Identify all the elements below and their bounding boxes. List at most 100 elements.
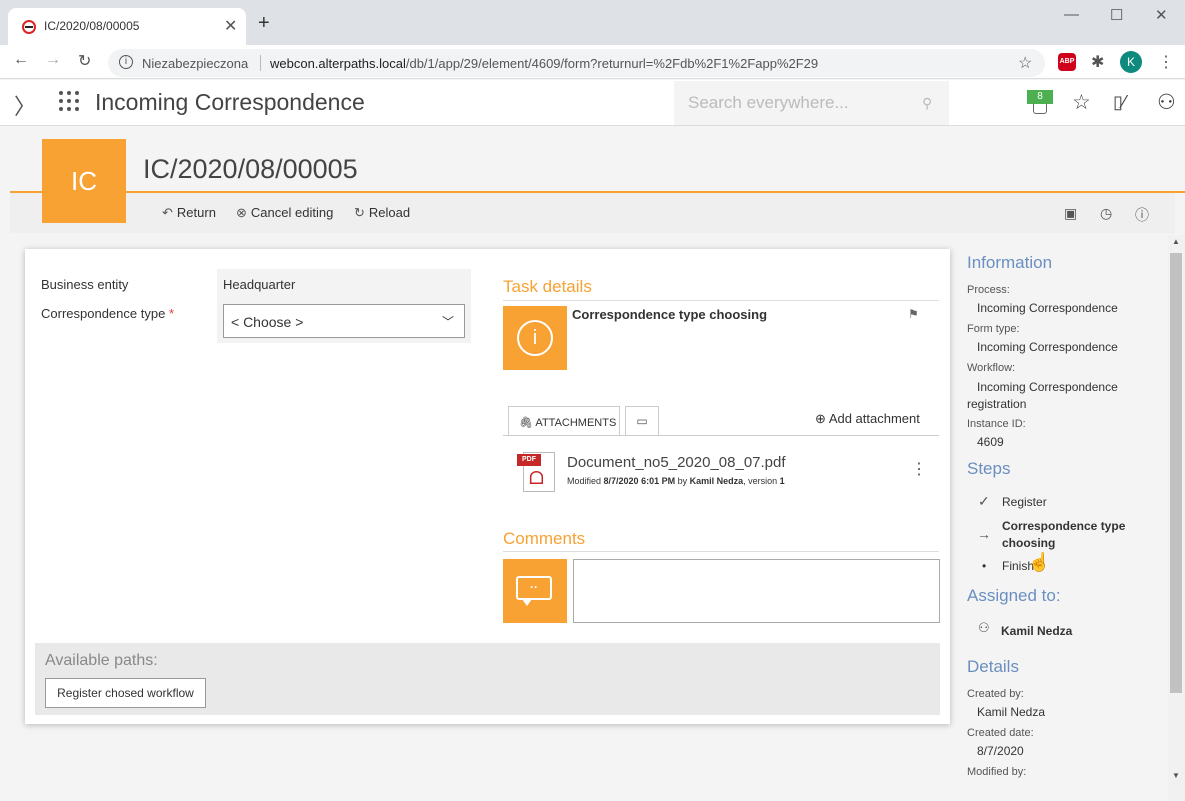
app-header: 〉 Incoming Correspondence Search everywh…	[0, 80, 1185, 126]
back-icon[interactable]: ←	[13, 51, 29, 69]
created-date-label: Created date:	[967, 727, 1034, 739]
not-secure-label: Niezabezpieczona	[142, 56, 249, 71]
extensions-icon[interactable]: ✱	[1091, 52, 1104, 72]
cancel-editing-button[interactable]: ⊗ Cancel editing	[236, 205, 333, 221]
search-icon[interactable]: ⚲	[922, 95, 932, 112]
bullet-icon: •	[982, 559, 987, 573]
close-tab-icon[interactable]: ✕	[224, 16, 237, 36]
return-icon: ↶	[162, 205, 173, 220]
browser-menu-icon[interactable]: ⋮	[1158, 52, 1174, 72]
step-register: Register	[1002, 495, 1047, 509]
search-placeholder: Search everywhere...	[688, 93, 849, 112]
modified-by-label: Modified by:	[967, 766, 1027, 778]
user-profile-icon[interactable]: ⚇	[1157, 90, 1176, 115]
scroll-up-icon[interactable]: ▲	[1172, 237, 1180, 246]
url-bar[interactable]: i Niezabezpieczona webcon.alterpaths.loc…	[108, 49, 1045, 77]
cursor-hand-icon: ☝	[1028, 552, 1051, 572]
step-current: Correspondence type choosing	[1002, 519, 1126, 550]
pdf-file-icon: PDF ᗝ	[517, 452, 555, 492]
element-title: IC/2020/08/00005	[143, 154, 358, 184]
reload-icon: ↻	[354, 205, 365, 220]
info-icon[interactable]: i	[119, 55, 133, 69]
form-type-value: Incoming Correspondence	[977, 340, 1118, 354]
notifications-badge: 8	[1027, 90, 1053, 104]
assigned-to-title: Assigned to:	[967, 586, 1061, 605]
adblock-icon[interactable]: ABP	[1058, 53, 1076, 71]
flag-icon[interactable]: ⚑	[908, 307, 919, 321]
forward-icon[interactable]: →	[45, 51, 61, 69]
browser-tab-title: IC/2020/08/00005	[44, 19, 140, 33]
expand-menu-icon[interactable]: 〉	[14, 89, 36, 121]
paperclip-icon: 🖇	[519, 417, 533, 429]
arrow-right-icon: →	[977, 526, 991, 542]
minimize-icon[interactable]: —	[1064, 6, 1079, 23]
apps-grid-icon[interactable]	[59, 91, 79, 111]
correspondence-type-selected: < Choose >	[231, 314, 304, 330]
steps-title: Steps	[967, 459, 1011, 478]
reload-button[interactable]: ↻ Reload	[354, 205, 410, 221]
scrollbar-thumb[interactable]	[1170, 253, 1182, 693]
instance-id-value: 4609	[977, 435, 1004, 449]
attachments-tab[interactable]: 🖇 ATTACHMENTS	[508, 406, 620, 436]
process-label: Process:	[967, 284, 1010, 296]
comment-icon: ··	[503, 559, 567, 623]
attachments-divider	[503, 435, 939, 436]
cancel-icon: ⊗	[236, 205, 247, 220]
business-entity-value: Headquarter	[223, 277, 296, 292]
workflow-value: Incoming Correspondence registration	[967, 380, 1118, 411]
form-card: Business entity Correspondence type * He…	[25, 249, 950, 724]
url-divider	[260, 55, 261, 71]
details-title: Details	[967, 657, 1019, 676]
favicon-icon	[22, 20, 36, 34]
translate-icon[interactable]: ▣	[1064, 205, 1077, 222]
profile-avatar[interactable]: K	[1120, 51, 1142, 73]
task-details-divider	[503, 300, 939, 301]
scrollbar[interactable]: ▲ ▼	[1168, 235, 1185, 801]
folder-tab-icon[interactable]: ▭	[625, 406, 659, 436]
close-window-icon[interactable]: ✕	[1155, 6, 1168, 24]
attachment-menu-icon[interactable]: ⋮	[911, 459, 927, 479]
comments-title: Comments	[503, 529, 586, 548]
available-paths-panel: Available paths: Register chosed workflo…	[35, 643, 940, 715]
information-title: Information	[967, 253, 1053, 272]
add-attachment-button[interactable]: ⊕ Add attachment	[815, 411, 920, 427]
created-date-value: 8/7/2020	[977, 744, 1024, 758]
check-icon: ✓	[978, 493, 990, 509]
reload-page-icon[interactable]: ↻	[78, 51, 91, 71]
form-toolbar: ↶ Return ⊗ Cancel editing ↻ Reload ▣ ◷ ⓘ	[10, 193, 1175, 233]
history-icon[interactable]: ◷	[1100, 205, 1112, 222]
return-button[interactable]: ↶ Return	[162, 205, 216, 221]
business-entity-label: Business entity	[41, 277, 129, 292]
address-toolbar: ← → ↻ i Niezabezpieczona webcon.alterpat…	[0, 45, 1185, 79]
browser-tab-bar: IC/2020/08/00005 ✕ + — ☐ ✕	[0, 0, 1185, 45]
form-type-label: Form type:	[967, 323, 1020, 335]
new-tab-button[interactable]: +	[258, 12, 270, 35]
url-text[interactable]: webcon.alterpaths.local/db/1/app/29/elem…	[270, 56, 818, 71]
plus-circle-icon: ⊕	[815, 411, 826, 426]
notifications-icon	[1033, 104, 1047, 114]
scroll-down-icon[interactable]: ▼	[1172, 771, 1180, 780]
created-by-value: Kamil Nedza	[977, 705, 1046, 719]
comments-divider	[503, 551, 939, 552]
maximize-icon[interactable]: ☐	[1110, 6, 1123, 24]
app-title[interactable]: Incoming Correspondence	[95, 89, 365, 116]
favorites-star-icon[interactable]: ☆	[1072, 90, 1091, 115]
bookmark-star-icon[interactable]: ☆	[1018, 53, 1032, 73]
instance-id-label: Instance ID:	[967, 418, 1026, 430]
attachment-name[interactable]: Document_no5_2020_08_07.pdf	[567, 454, 786, 471]
comment-textarea[interactable]	[573, 559, 940, 623]
browser-tab[interactable]: IC/2020/08/00005 ✕	[8, 8, 246, 45]
search-input[interactable]: Search everywhere... ⚲	[674, 81, 949, 125]
created-by-label: Created by:	[967, 688, 1024, 700]
info-panel-icon[interactable]: ⓘ	[1135, 205, 1149, 225]
task-info-icon: i	[503, 306, 567, 370]
notifications-button[interactable]: 8	[1027, 90, 1053, 116]
register-workflow-button[interactable]: Register chosed workflow	[45, 678, 206, 708]
user-icon: ⚇	[978, 620, 990, 635]
attachments-tab-label: 🖇 ATTACHMENTS	[519, 417, 617, 429]
assigned-user[interactable]: Kamil Nedza	[1001, 624, 1072, 638]
tasks-icon[interactable]: ▯⁄	[1113, 92, 1126, 113]
workflow-label: Workflow:	[967, 362, 1016, 374]
correspondence-type-label: Correspondence type *	[41, 306, 174, 321]
correspondence-type-select[interactable]: < Choose > ﹀	[223, 304, 465, 338]
